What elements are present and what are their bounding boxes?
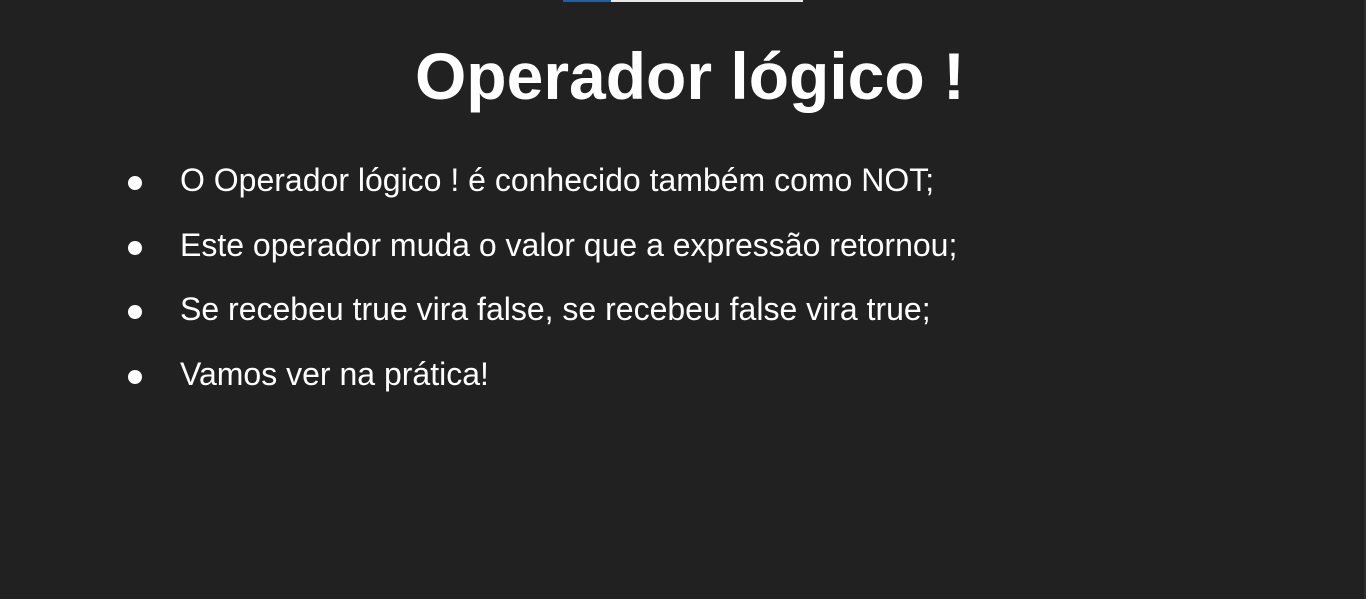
bullet-text: Este operador muda o valor que a express… [180, 226, 958, 263]
bullet-dot-icon [128, 240, 142, 255]
presentation-slide: Operador lógico ! O Operador lógico ! é … [0, 0, 1366, 599]
slide-title: Operador lógico ! [414, 39, 966, 113]
bullet-dot-icon [128, 176, 142, 190]
progress-track [611, 0, 803, 2]
top-progress-bar [563, 0, 803, 2]
bullet-dot-icon [128, 369, 142, 384]
bullet-text: Se recebeu true vira false, se recebeu f… [180, 291, 931, 327]
progress-fill [563, 0, 611, 2]
bullet-dot-icon [128, 305, 142, 319]
bullet-text: Vamos ver na prática! [180, 355, 489, 392]
bullet-text: O Operador lógico ! é conhecido também c… [180, 162, 935, 198]
